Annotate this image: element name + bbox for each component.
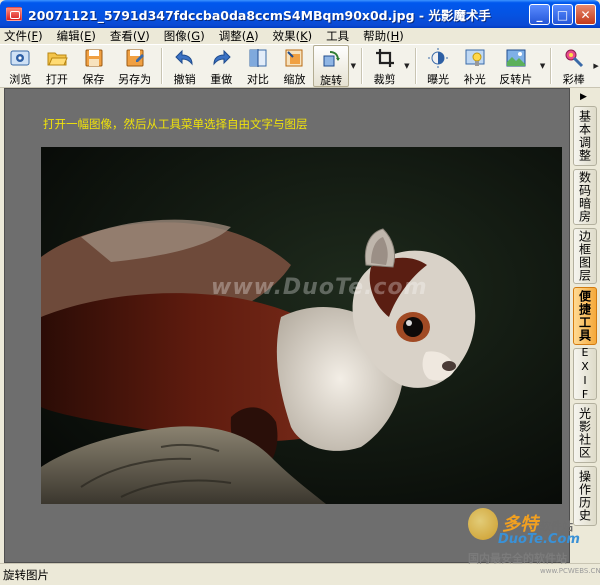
crop-dropdown-arrow[interactable]: ▼ bbox=[403, 45, 411, 87]
app-icon[interactable] bbox=[6, 7, 22, 21]
browse-button[interactable]: 浏览 bbox=[2, 45, 39, 87]
status-text: 旋转图片 bbox=[3, 567, 49, 582]
toolbar-separator bbox=[361, 48, 363, 84]
color-pen-button[interactable]: 彩棒 bbox=[555, 45, 592, 87]
rotate-button[interactable]: 旋转 bbox=[312, 45, 350, 87]
folder-open-icon bbox=[46, 47, 68, 69]
mascot-icon bbox=[468, 508, 498, 540]
crop-icon bbox=[374, 47, 396, 69]
close-button[interactable]: ✕ bbox=[575, 4, 596, 25]
compare-button[interactable]: 对比 bbox=[240, 45, 277, 87]
negative-dropdown-arrow[interactable]: ▼ bbox=[539, 45, 547, 87]
toolbar-overflow-arrow[interactable]: ▶ bbox=[592, 45, 600, 87]
fill-light-button[interactable]: 补光 bbox=[456, 45, 493, 87]
floppy-disk-icon bbox=[83, 47, 105, 69]
logo-slogan: 国内最安全的软件站 bbox=[468, 552, 567, 565]
toolbar: 浏览 打开 保存 另存为 撤销 重做 对比 缩放 旋转 ▼ 裁剪 ▼ 曝光 补光… bbox=[0, 44, 600, 88]
open-button[interactable]: 打开 bbox=[39, 45, 76, 87]
tab-exif[interactable]: EXIF bbox=[573, 346, 597, 402]
window-controls: _ □ ✕ bbox=[529, 4, 596, 25]
lightbulb-icon bbox=[464, 47, 486, 69]
film-icon bbox=[505, 47, 527, 69]
color-pen-icon bbox=[563, 47, 585, 69]
menu-adjust[interactable]: 调整(A) bbox=[219, 28, 259, 44]
exposure-icon bbox=[427, 47, 449, 69]
photo-watermark: www.DuoTe.com bbox=[211, 275, 428, 300]
undo-icon bbox=[174, 47, 196, 69]
menu-image[interactable]: 图像(G) bbox=[164, 28, 205, 44]
side-panel-tabs: ▶ 基本调整 数码暗房 边框图层 便捷工具 EXIF 光影社区 操作历史 bbox=[570, 88, 600, 563]
tab-quick-tools[interactable]: 便捷工具 bbox=[573, 287, 597, 345]
title-bar[interactable]: 20071121_5791d347fdccba0da8ccmS4MBqm90x0… bbox=[0, 0, 600, 28]
compare-icon bbox=[247, 47, 269, 69]
menu-tools[interactable]: 工具 bbox=[326, 28, 349, 44]
save-as-button[interactable]: 另存为 bbox=[112, 45, 158, 87]
save-button[interactable]: 保存 bbox=[75, 45, 112, 87]
logo-url: www.PCWEBS.CN bbox=[540, 567, 600, 575]
rotate-icon bbox=[320, 48, 342, 70]
minimize-button[interactable]: _ bbox=[529, 4, 550, 25]
tab-digital-darkroom[interactable]: 数码暗房 bbox=[573, 169, 597, 225]
canvas-area[interactable]: 打开一幅图像，然后从工具菜单选择自由文字与图层 www.DuoTe.com bbox=[4, 88, 570, 563]
save-as-icon bbox=[124, 47, 146, 69]
tab-basic-adjust[interactable]: 基本调整 bbox=[573, 106, 597, 166]
menu-help[interactable]: 帮助(H) bbox=[363, 28, 404, 44]
tab-frame-layer[interactable]: 边框图层 bbox=[573, 228, 597, 284]
undo-button[interactable]: 撤销 bbox=[166, 45, 203, 87]
redo-button[interactable]: 重做 bbox=[203, 45, 240, 87]
menu-view[interactable]: 查看(V) bbox=[110, 28, 150, 44]
exposure-button[interactable]: 曝光 bbox=[420, 45, 457, 87]
tab-community[interactable]: 光影社区 bbox=[573, 403, 597, 463]
toolbar-separator bbox=[161, 48, 163, 84]
side-panel-collapse-arrow[interactable]: ▶ bbox=[580, 92, 587, 102]
negative-film-button[interactable]: 反转片 bbox=[493, 45, 539, 87]
zoom-button[interactable]: 缩放 bbox=[276, 45, 313, 87]
menu-file[interactable]: 文件(F) bbox=[4, 28, 43, 44]
zoom-icon bbox=[283, 47, 305, 69]
site-logo: 多特 软件站 DuoTe.Com 国内最安全的软件站 www.PCWEBS.CN bbox=[468, 508, 600, 580]
photo-squirrel[interactable]: www.DuoTe.com bbox=[41, 147, 562, 504]
logo-domain: DuoTe.Com bbox=[498, 532, 580, 547]
crop-button[interactable]: 裁剪 bbox=[366, 45, 403, 87]
menu-effects[interactable]: 效果(K) bbox=[273, 28, 313, 44]
canvas-hint: 打开一幅图像，然后从工具菜单选择自由文字与图层 bbox=[43, 117, 308, 131]
redo-icon bbox=[210, 47, 232, 69]
toolbar-separator bbox=[550, 48, 552, 84]
maximize-button[interactable]: □ bbox=[552, 4, 573, 25]
toolbar-separator bbox=[414, 48, 416, 84]
menu-edit[interactable]: 编辑(E) bbox=[57, 28, 96, 44]
rotate-dropdown-arrow[interactable]: ▼ bbox=[349, 45, 357, 87]
squirrel-image bbox=[41, 147, 562, 504]
window-title: 20071121_5791d347fdccba0da8ccmS4MBqm90x0… bbox=[28, 7, 491, 23]
menu-bar: 文件(F) 编辑(E) 查看(V) 图像(G) 调整(A) 效果(K) 工具 帮… bbox=[0, 28, 600, 44]
eye-icon bbox=[9, 47, 31, 69]
